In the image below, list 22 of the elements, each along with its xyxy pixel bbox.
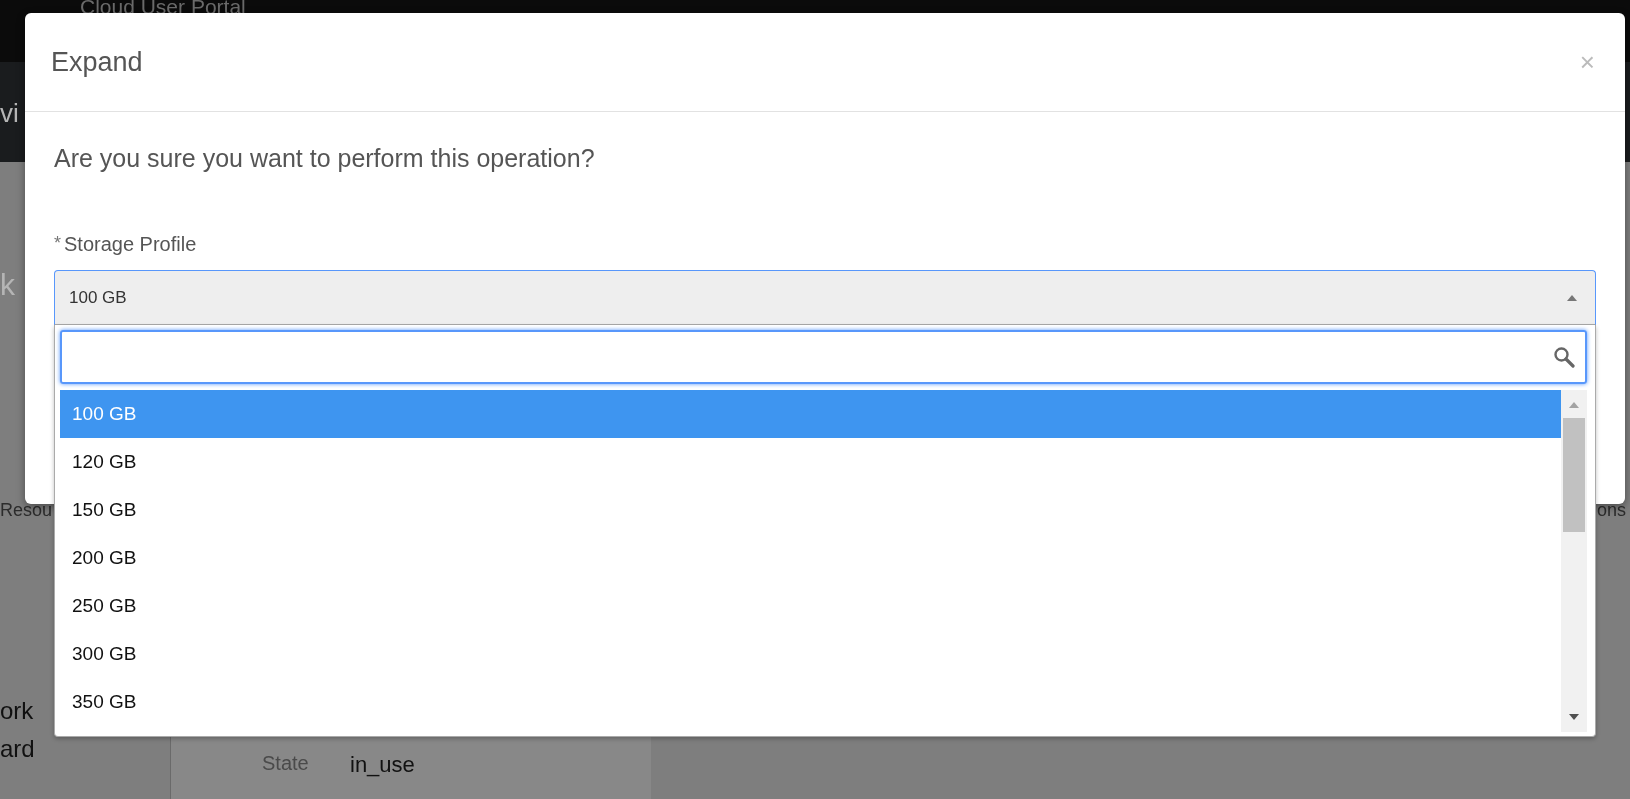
background-text: ork: [0, 697, 34, 725]
search-icon: [1553, 346, 1575, 368]
dropdown-option[interactable]: 200 GB: [60, 534, 1561, 582]
dropdown-option[interactable]: 120 GB: [60, 438, 1561, 486]
background-text: ons: [1597, 500, 1627, 521]
required-mark: *: [54, 233, 61, 254]
dropdown-option[interactable]: 150 GB: [60, 486, 1561, 534]
dropdown-option[interactable]: 250 GB: [60, 582, 1561, 630]
confirmation-question: Are you sure you want to perform this operation?: [54, 144, 596, 173]
background-text: State: [262, 752, 309, 775]
background-text: Resou: [0, 500, 53, 521]
dialog-title: Expand: [51, 46, 143, 78]
field-label: Storage Profile: [64, 233, 197, 256]
background-text: ard: [0, 735, 35, 763]
dropdown-option[interactable]: 300 GB: [60, 630, 1561, 678]
storage-profile-select[interactable]: 100 GB: [54, 270, 1596, 325]
background-text: in_use: [350, 752, 415, 778]
background-text: vi: [0, 98, 19, 129]
caret-icon: [1567, 293, 1577, 302]
dropdown-option[interactable]: 350 GB: [60, 678, 1561, 726]
scrollbar[interactable]: [1561, 390, 1587, 732]
search-field[interactable]: [60, 330, 1587, 384]
